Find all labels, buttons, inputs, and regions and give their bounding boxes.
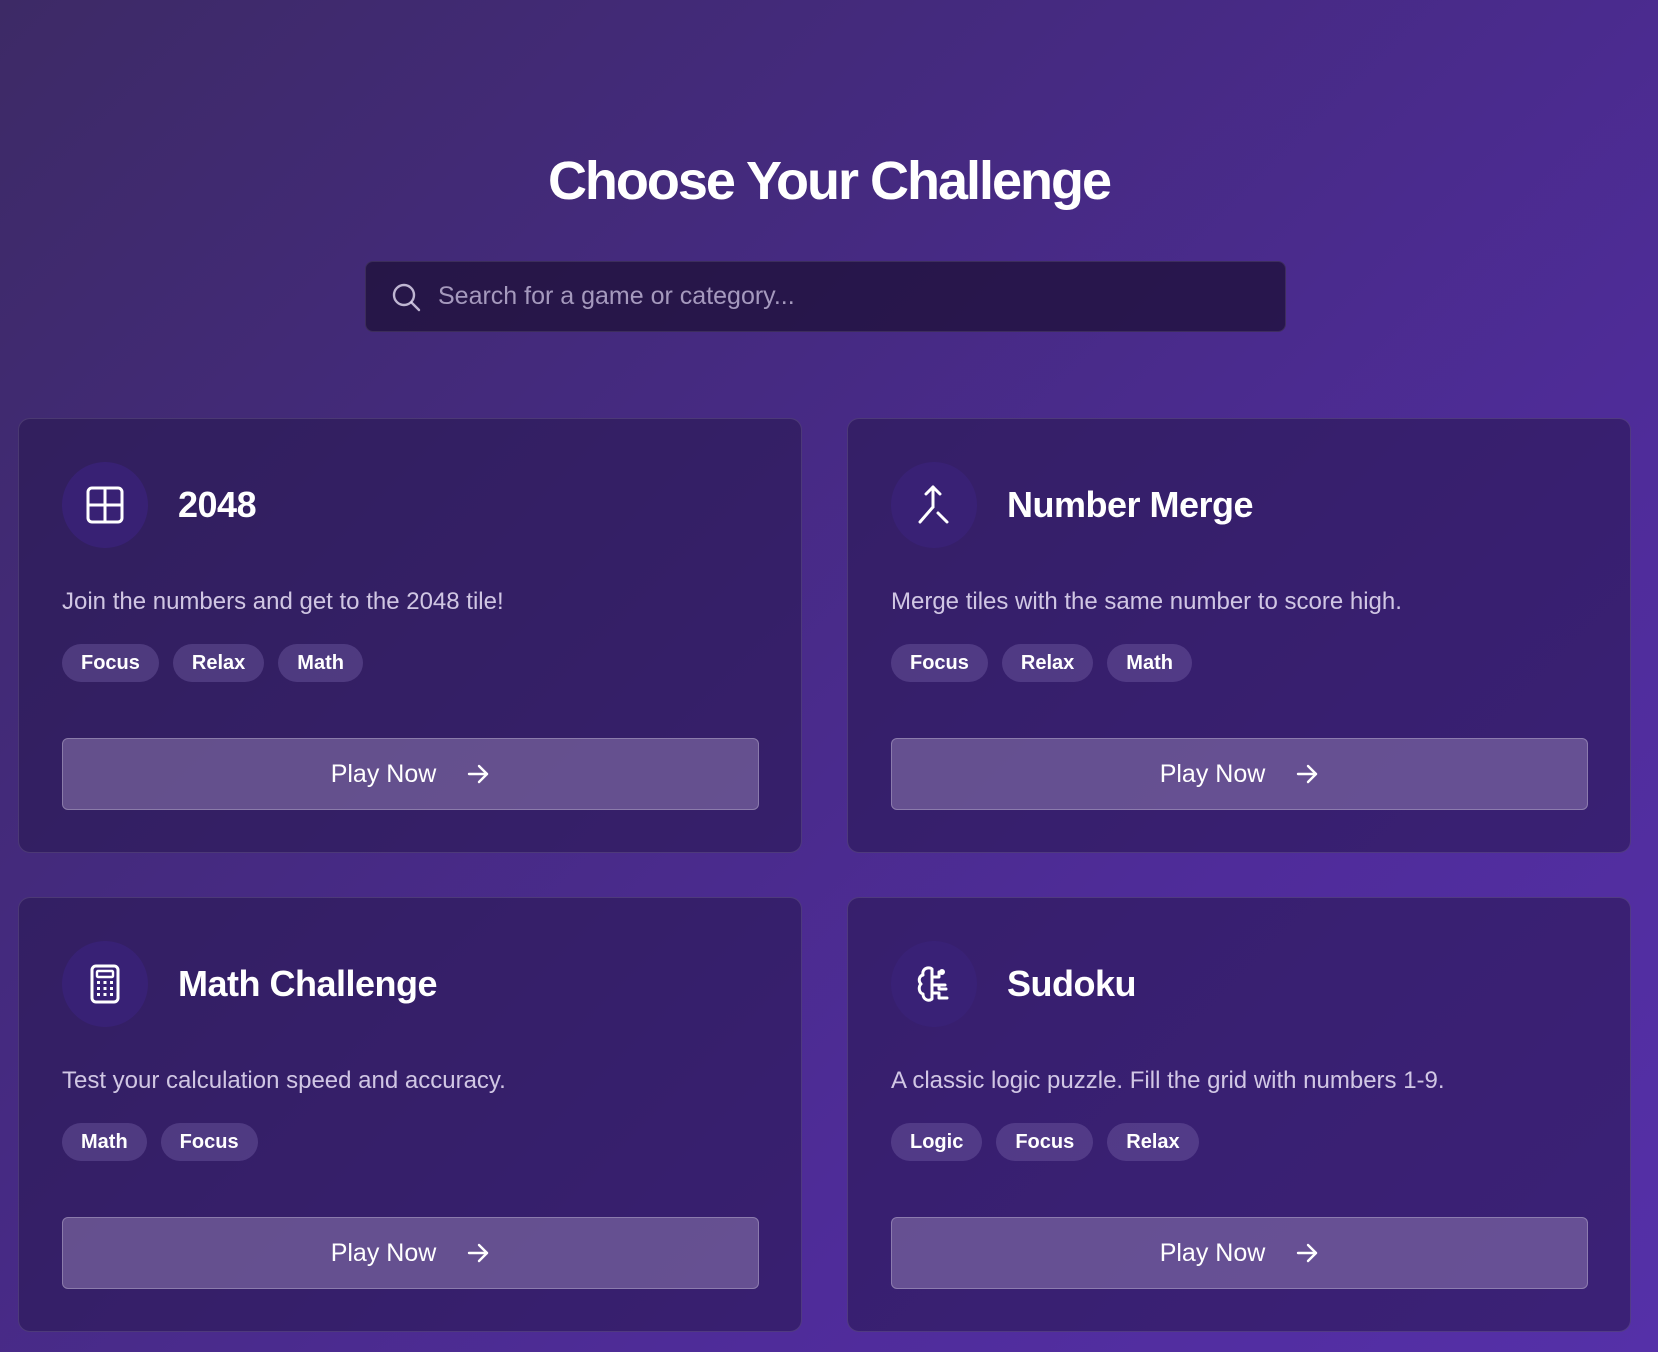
calculator-icon [62, 941, 148, 1027]
search-bar[interactable] [365, 261, 1286, 332]
play-button-label: Play Now [1159, 1238, 1266, 1267]
tag[interactable]: Relax [1107, 1123, 1199, 1161]
game-card-2048: 2048 Join the numbers and get to the 204… [18, 418, 802, 853]
card-title: Number Merge [1007, 484, 1254, 525]
card-description: Merge tiles with the same number to scor… [891, 588, 1402, 615]
tag[interactable]: Focus [160, 1123, 258, 1161]
tag-list: Focus Relax Math [62, 644, 758, 682]
arrow-right-icon [466, 1241, 490, 1265]
search-icon [388, 279, 424, 315]
game-card-sudoku: Sudoku A classic logic puzzle. Fill the … [847, 897, 1631, 1332]
card-title: Math Challenge [178, 963, 438, 1004]
tag[interactable]: Relax [1001, 644, 1094, 682]
play-button-label: Play Now [1159, 759, 1266, 788]
play-button-label: Play Now [330, 759, 437, 788]
arrow-right-icon [1295, 1241, 1319, 1265]
tag[interactable]: Focus [996, 1123, 1094, 1161]
tag[interactable]: Math [1107, 644, 1192, 682]
page-title: Choose Your Challenge [547, 151, 1112, 211]
card-header: Math Challenge [62, 941, 758, 1027]
card-header: Number Merge [891, 462, 1587, 548]
merge-icon [891, 462, 977, 548]
tag[interactable]: Relax [172, 644, 265, 682]
tag-list: Focus Relax Math [891, 644, 1587, 682]
arrow-right-icon [466, 762, 490, 786]
card-description: Join the numbers and get to the 2048 til… [62, 588, 504, 615]
game-card-number-merge: Number Merge Merge tiles with the same n… [847, 418, 1631, 853]
tag-list: Math Focus [62, 1123, 758, 1161]
game-card-math-challenge: Math Challenge Test your calculation spe… [18, 897, 802, 1332]
card-header: 2048 [62, 462, 758, 548]
card-description: A classic logic puzzle. Fill the grid wi… [891, 1067, 1445, 1094]
play-button-label: Play Now [330, 1238, 437, 1267]
play-now-button-sudoku[interactable]: Play Now [891, 1217, 1588, 1289]
tag[interactable]: Logic [891, 1123, 983, 1161]
brain-icon [891, 941, 977, 1027]
search-input[interactable] [438, 282, 1285, 311]
tag[interactable]: Math [62, 1123, 147, 1161]
card-title: 2048 [178, 484, 257, 525]
arrow-right-icon [1295, 762, 1319, 786]
grid-icon [62, 462, 148, 548]
play-now-button-number-merge[interactable]: Play Now [891, 738, 1588, 810]
play-now-button-math-challenge[interactable]: Play Now [62, 1217, 759, 1289]
card-title: Sudoku [1007, 963, 1137, 1004]
tag[interactable]: Math [278, 644, 363, 682]
card-header: Sudoku [891, 941, 1587, 1027]
card-description: Test your calculation speed and accuracy… [62, 1067, 506, 1094]
play-now-button-2048[interactable]: Play Now [62, 738, 759, 810]
tag[interactable]: Focus [891, 644, 988, 682]
game-grid: 2048 Join the numbers and get to the 204… [18, 418, 1631, 1332]
tag[interactable]: Focus [62, 644, 159, 682]
tag-list: Logic Focus Relax [891, 1123, 1587, 1161]
